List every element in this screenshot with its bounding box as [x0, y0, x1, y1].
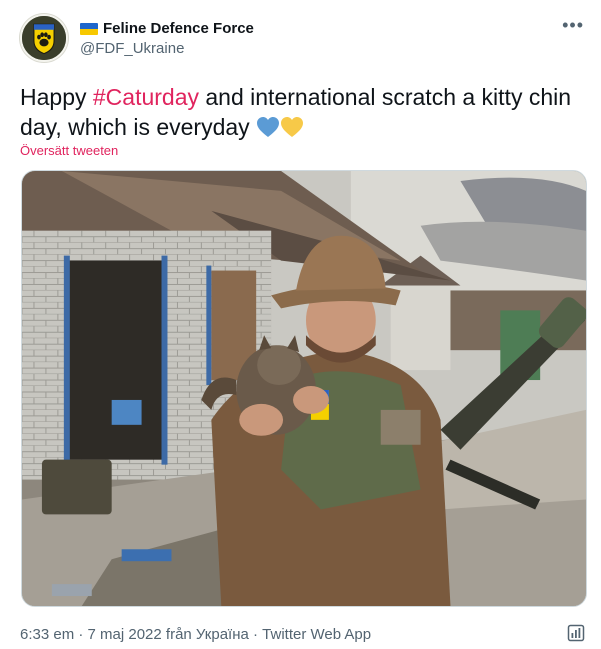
tweet-header: Feline Defence Force @FDF_Ukraine •••	[20, 14, 586, 66]
tweet-text: Happy #Caturday and international scratc…	[20, 82, 586, 142]
account-handle[interactable]: @FDF_Ukraine	[80, 40, 254, 57]
account-names: Feline Defence Force @FDF_Ukraine	[80, 20, 254, 57]
tweet-meta[interactable]: 6:33 em · 7 maj 2022 från Україна · Twit…	[20, 626, 371, 643]
photo-icon	[22, 171, 586, 606]
display-name-row[interactable]: Feline Defence Force	[80, 20, 254, 37]
tweet-text-before: Happy	[20, 84, 93, 110]
more-options-button[interactable]: •••	[562, 16, 584, 34]
paw-shield-icon	[22, 16, 66, 60]
avatar[interactable]	[20, 14, 68, 62]
analytics-icon[interactable]	[567, 624, 585, 642]
hashtag-link[interactable]: #Caturday	[93, 84, 199, 110]
tweet-photo[interactable]	[21, 170, 587, 607]
translate-tweet-link[interactable]: Översätt tweeten	[20, 143, 118, 158]
blue-heart-icon	[257, 117, 280, 137]
display-name[interactable]: Feline Defence Force	[103, 20, 254, 37]
yellow-heart-icon	[281, 117, 304, 137]
ukraine-flag-icon	[80, 22, 98, 35]
